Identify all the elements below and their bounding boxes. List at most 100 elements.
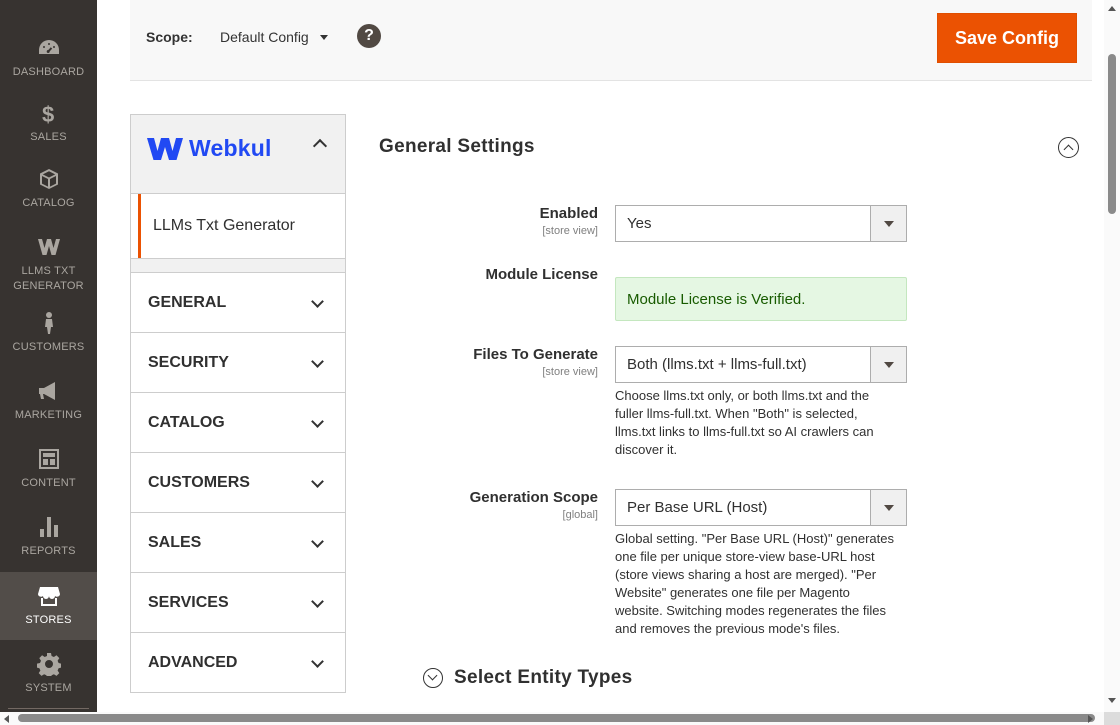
nav-llms-label-line1: LLMS TXT bbox=[21, 265, 76, 277]
nav-customers[interactable]: CUSTOMERS bbox=[0, 310, 97, 355]
tab-section-general[interactable]: GENERAL bbox=[130, 272, 346, 333]
scroll-right-arrow-icon[interactable] bbox=[1088, 715, 1093, 723]
nav-divider bbox=[8, 708, 89, 709]
files-to-generate-scope: [store view] bbox=[542, 366, 598, 378]
files-to-generate-label: Files To Generate bbox=[473, 346, 598, 363]
chevron-down-icon bbox=[311, 535, 324, 548]
nav-stores-label: STORES bbox=[25, 614, 72, 626]
note-line: llms.txt links to llms-full.txt so AI cr… bbox=[615, 424, 874, 439]
bar-chart-icon bbox=[36, 514, 62, 540]
tab-section-label: GENERAL bbox=[148, 293, 227, 311]
gear-icon bbox=[36, 651, 62, 677]
section-title[interactable]: General Settings bbox=[379, 136, 535, 158]
nav-stores[interactable]: STORES bbox=[0, 572, 97, 640]
help-icon[interactable]: ? bbox=[357, 24, 381, 48]
dollar-icon: $ bbox=[36, 100, 62, 126]
generation-scope-label: Generation Scope bbox=[469, 489, 598, 506]
note-line: Choose llms.txt only, or both llms.txt a… bbox=[615, 388, 870, 403]
scroll-down-arrow-icon[interactable] bbox=[1108, 698, 1116, 703]
tab-section-label: SALES bbox=[148, 533, 202, 551]
generation-scope-select[interactable]: Per Base URL (Host) bbox=[615, 489, 907, 526]
layout-icon bbox=[36, 446, 62, 472]
webkul-w-logo-icon bbox=[147, 137, 183, 160]
nav-system-label: SYSTEM bbox=[25, 682, 72, 694]
tab-section-label: SECURITY bbox=[148, 353, 229, 371]
chevron-down-icon bbox=[311, 475, 324, 488]
tab-section-sales[interactable]: SALES bbox=[130, 512, 346, 573]
horizontal-scrollbar[interactable] bbox=[0, 712, 1120, 725]
nav-llms-label-line2: GENERATOR bbox=[13, 280, 84, 292]
nav-marketing-label: MARKETING bbox=[14, 409, 83, 421]
scope-dropdown-icon[interactable] bbox=[320, 35, 328, 40]
tab-section-advanced[interactable]: ADVANCED bbox=[130, 632, 346, 693]
nav-reports[interactable]: REPORTS bbox=[0, 514, 97, 559]
page-actions-bar: Scope: Default Config ? Save Config bbox=[130, 0, 1092, 81]
tab-section-catalog[interactable]: CATALOG bbox=[130, 392, 346, 453]
webkul-logo: Webkul bbox=[147, 135, 272, 162]
note-line: Website" generates one file per Magento bbox=[615, 585, 850, 600]
enabled-scope: [store view] bbox=[542, 225, 598, 237]
nav-customers-label: CUSTOMERS bbox=[12, 341, 85, 353]
tab-section-security[interactable]: SECURITY bbox=[130, 332, 346, 393]
license-status-message: Module License is Verified. bbox=[615, 277, 907, 321]
nav-catalog[interactable]: CATALOG bbox=[0, 166, 97, 211]
admin-sidebar: DASHBOARD $ SALES CATALOG LLMS TXT GENER… bbox=[0, 0, 97, 712]
store-icon bbox=[36, 583, 62, 609]
nav-system[interactable]: SYSTEM bbox=[0, 651, 97, 696]
note-line: fuller llms-full.txt. When "Both" is sel… bbox=[615, 406, 858, 421]
chevron-down-icon bbox=[311, 295, 324, 308]
tab-section-label: SERVICES bbox=[148, 593, 229, 611]
webkul-w-icon bbox=[36, 234, 62, 260]
enabled-select-value: Yes bbox=[627, 215, 652, 232]
select-entity-types-heading[interactable]: Select Entity Types bbox=[423, 667, 633, 689]
vertical-scrollbar[interactable] bbox=[1104, 0, 1120, 712]
files-to-generate-select[interactable]: Both (llms.txt + llms-full.txt) bbox=[615, 346, 907, 383]
nav-dashboard[interactable]: DASHBOARD bbox=[0, 35, 97, 80]
note-line: Global setting. "Per Base URL (Host)" ge… bbox=[615, 531, 894, 546]
nav-sales[interactable]: $ SALES bbox=[0, 100, 97, 145]
tab-llms-txt-generator[interactable]: LLMs Txt Generator bbox=[130, 194, 346, 258]
dropdown-arrow-icon[interactable] bbox=[870, 490, 906, 525]
save-config-button[interactable]: Save Config bbox=[937, 13, 1077, 63]
note-line: website. Switching modes regenerates the… bbox=[615, 603, 886, 618]
dropdown-arrow-icon[interactable] bbox=[870, 347, 906, 382]
scope-switcher[interactable]: Default Config bbox=[220, 29, 309, 45]
note-line: (store views sharing a host are merged).… bbox=[615, 567, 877, 582]
chevron-down-icon bbox=[311, 355, 324, 368]
chevron-up-icon[interactable] bbox=[312, 138, 328, 154]
box-icon bbox=[36, 166, 62, 192]
dashboard-icon bbox=[36, 35, 62, 61]
select-entity-types-label: Select Entity Types bbox=[454, 667, 633, 688]
scroll-up-arrow-icon[interactable] bbox=[1108, 6, 1116, 11]
scope-label: Scope: bbox=[146, 29, 193, 45]
expand-section-icon[interactable] bbox=[423, 668, 443, 688]
tab-section-services[interactable]: SERVICES bbox=[130, 572, 346, 633]
nav-content[interactable]: CONTENT bbox=[0, 446, 97, 491]
collapse-section-icon[interactable] bbox=[1058, 137, 1079, 158]
note-line: and removes the previous mode's files. bbox=[615, 621, 841, 636]
nav-llms-txt-generator[interactable]: LLMS TXT GENERATOR bbox=[0, 234, 97, 294]
tab-section-customers[interactable]: CUSTOMERS bbox=[130, 452, 346, 513]
chevron-down-icon bbox=[311, 415, 324, 428]
nav-marketing[interactable]: MARKETING bbox=[0, 378, 97, 423]
tab-section-label: ADVANCED bbox=[148, 653, 238, 671]
webkul-logo-text: Webkul bbox=[189, 135, 272, 161]
svg-text:$: $ bbox=[42, 102, 54, 125]
chevron-down-icon bbox=[311, 655, 324, 668]
tab-llms-txt-generator-label: LLMs Txt Generator bbox=[138, 194, 346, 258]
tab-section-label: CUSTOMERS bbox=[148, 473, 250, 491]
generation-scope-scope: [global] bbox=[562, 509, 598, 521]
dropdown-arrow-icon[interactable] bbox=[870, 206, 906, 241]
vertical-scroll-thumb[interactable] bbox=[1108, 54, 1116, 214]
nav-catalog-label: CATALOG bbox=[22, 197, 75, 209]
tab-group-webkul[interactable]: Webkul bbox=[130, 114, 346, 194]
nav-sales-label: SALES bbox=[30, 131, 67, 143]
enabled-label: Enabled bbox=[539, 205, 598, 222]
note-line: discover it. bbox=[615, 442, 678, 457]
megaphone-icon bbox=[36, 378, 62, 404]
scroll-left-arrow-icon[interactable] bbox=[4, 715, 9, 723]
generation-scope-note: Global setting. "Per Base URL (Host)" ge… bbox=[615, 530, 915, 638]
horizontal-scroll-thumb[interactable] bbox=[18, 714, 1095, 722]
enabled-select[interactable]: Yes bbox=[615, 205, 907, 242]
nav-content-label: CONTENT bbox=[21, 477, 76, 489]
